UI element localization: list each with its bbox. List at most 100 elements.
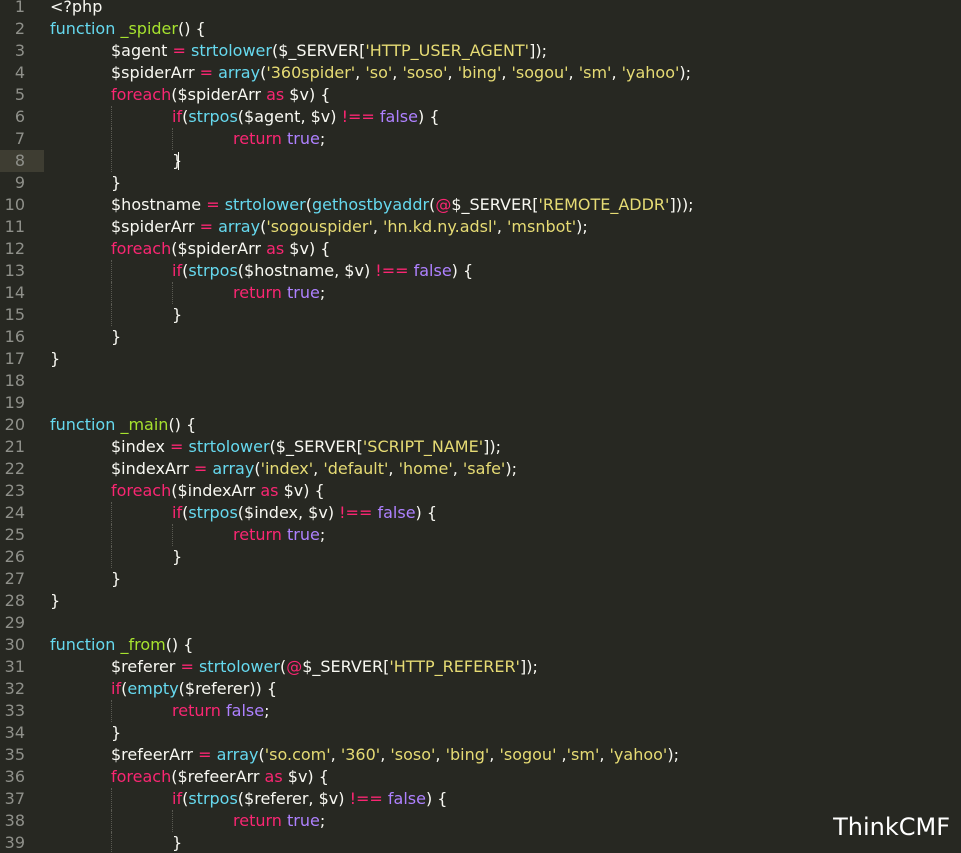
code-token: as	[266, 239, 285, 258]
code-line[interactable]: 18	[0, 370, 961, 392]
code-token: ]));	[669, 195, 694, 214]
code-line[interactable]: 33 return false;	[0, 700, 961, 722]
code-line[interactable]: 19	[0, 392, 961, 414]
code-token: 'sogouspider'	[266, 217, 373, 236]
code-line[interactable]: 5 foreach($spiderArr as $v) {	[0, 84, 961, 106]
code-token: ($_SERVER[	[271, 41, 366, 60]
code-line[interactable]: 6 if(strpos($agent, $v) !== false) {	[0, 106, 961, 128]
code-line[interactable]: 15}	[0, 304, 961, 326]
line-number: 36	[4, 767, 25, 786]
code-line[interactable]: 31 $referer = strtolower(@$_SERVER['HTTP_…	[0, 656, 961, 678]
code-token: 'HTTP_USER_AGENT'	[365, 41, 530, 60]
code-token: =	[206, 195, 220, 214]
code-token: );	[667, 745, 679, 764]
code-text: }	[111, 722, 121, 744]
line-number: 26	[4, 547, 25, 566]
code-token: 'index'	[260, 459, 314, 478]
code-text: $index = strtolower($_SERVER['SCRIPT_NAM…	[111, 436, 501, 458]
code-line[interactable]: 34}	[0, 722, 961, 744]
code-token: true	[287, 811, 320, 830]
code-token: ($_SERVER[	[269, 437, 363, 456]
code-token: $_SERVER[	[302, 657, 390, 676]
code-line[interactable]: 24 if(strpos($index, $v) !== false) {	[0, 502, 961, 524]
code-token: }	[111, 569, 122, 588]
code-line[interactable]: 1 <?php	[0, 0, 961, 18]
code-line[interactable]: 8}	[0, 150, 961, 172]
code-line[interactable]: 30 function _from() {	[0, 634, 961, 656]
line-number: 37	[4, 789, 25, 808]
code-token: 'msnbot'	[507, 217, 577, 236]
code-line[interactable]: 7 return true;	[0, 128, 961, 150]
line-number: 20	[4, 415, 25, 434]
line-number: 32	[4, 679, 25, 698]
code-line[interactable]: 16}	[0, 326, 961, 348]
code-token: false	[377, 503, 416, 522]
code-line[interactable]: 21 $index = strtolower($_SERVER['SCRIPT_N…	[0, 436, 961, 458]
code-text: }	[172, 304, 182, 326]
code-token: if	[172, 261, 183, 280]
code-token: ($spiderArr	[171, 85, 267, 104]
code-token: ($referer)) {	[178, 679, 278, 698]
code-token: _spider	[120, 19, 178, 38]
code-line[interactable]: 35 $refeerArr = array('so.com', '360', 's…	[0, 744, 961, 766]
code-token: 'yahoo'	[609, 745, 668, 764]
code-line[interactable]: 9}	[0, 172, 961, 194]
code-line[interactable]: 12 foreach($spiderArr as $v) {	[0, 238, 961, 260]
code-line[interactable]: 36 foreach($refeerArr as $v) {	[0, 766, 961, 788]
code-line[interactable]: 23 foreach($indexArr as $v) {	[0, 480, 961, 502]
code-token: false	[413, 261, 452, 280]
code-token: =	[180, 657, 194, 676]
line-number: 28	[4, 591, 25, 610]
code-line[interactable]: 20 function _main() {	[0, 414, 961, 436]
code-token: return	[233, 283, 282, 302]
code-line[interactable]: 25 return true;	[0, 524, 961, 546]
code-token: ,	[568, 63, 579, 82]
code-line[interactable]: 2 function _spider() {	[0, 18, 961, 40]
code-line[interactable]: 32 if(empty($referer)) {	[0, 678, 961, 700]
code-text: foreach($spiderArr as $v) {	[111, 84, 330, 106]
code-token: 'hn.kd.ny.adsl'	[383, 217, 497, 236]
code-line[interactable]: 37 if(strpos($referer, $v) !== false) {	[0, 788, 961, 810]
code-editor[interactable]: 1 <?php 2 function _spider() {3 $agent = str…	[0, 0, 961, 853]
indent-guide	[111, 700, 112, 722]
code-line[interactable]: 4 $spiderArr = array('360spider', 'so', '…	[0, 62, 961, 84]
code-line[interactable]: 13 if(strpos($hostname, $v) !== false) {	[0, 260, 961, 282]
code-token: 'sm'	[566, 745, 600, 764]
code-token: if	[111, 679, 122, 698]
code-token: $v) {	[284, 85, 331, 104]
code-token: $v) {	[278, 481, 325, 500]
code-line[interactable]: 28}	[0, 590, 961, 612]
line-number: 35	[4, 745, 25, 764]
indent-guide	[111, 106, 112, 128]
code-token: strtolower	[188, 437, 270, 456]
code-line[interactable]: 14 return true;	[0, 282, 961, 304]
code-token: return	[172, 701, 221, 720]
line-number: 25	[4, 525, 25, 544]
code-text: }	[172, 546, 182, 568]
code-token: array	[216, 745, 259, 764]
code-line[interactable]: 27}	[0, 568, 961, 590]
code-line[interactable]: 3 $agent = strtolower($_SERVER['HTTP_USER…	[0, 40, 961, 62]
code-token: =	[170, 437, 184, 456]
code-text: return true;	[233, 128, 325, 150]
code-token: ($hostname, $v)	[237, 261, 376, 280]
line-number: 9	[14, 173, 25, 192]
code-line[interactable]: 11 $spiderArr = array('sogouspider', 'hn.…	[0, 216, 961, 238]
code-token: strpos	[188, 789, 238, 808]
indent-guide	[111, 128, 112, 150]
code-token: 'HTTP_REFERER'	[389, 657, 520, 676]
code-line[interactable]: 26}	[0, 546, 961, 568]
code-token: 'REMOTE_ADDR'	[538, 195, 670, 214]
code-token: as	[260, 481, 279, 500]
code-line[interactable]: 39}	[0, 832, 961, 853]
code-text: <?php	[50, 0, 102, 18]
code-line[interactable]: 29	[0, 612, 961, 634]
code-line[interactable]: 22 $indexArr = array('index', 'default', …	[0, 458, 961, 480]
code-line[interactable]: 17}	[0, 348, 961, 370]
code-line[interactable]: 38 return true;	[0, 810, 961, 832]
line-number: 31	[4, 657, 25, 676]
code-text: $spiderArr = array('sogouspider', 'hn.kd…	[111, 216, 588, 238]
code-line[interactable]: 10 $hostname = strtolower(gethostbyaddr(@…	[0, 194, 961, 216]
code-token: $agent	[111, 41, 173, 60]
code-token: $referer	[111, 657, 181, 676]
